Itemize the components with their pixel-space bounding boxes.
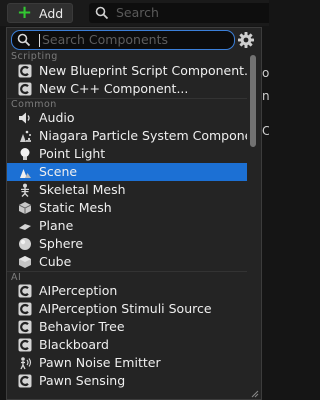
menu-item-pawn-sensing[interactable]: Pawn Sensing <box>7 372 247 390</box>
add-component-menu: Search Components Scripting New Blueprint… <box>6 27 262 400</box>
search-icon <box>95 6 109 20</box>
skeleton-icon <box>21 183 29 197</box>
add-component-button[interactable]: + Add <box>7 3 73 23</box>
menu-item-skeletal-mesh[interactable]: Skeletal Mesh <box>7 181 247 199</box>
menu-item-label: Sphere <box>39 236 84 251</box>
plane-icon <box>19 224 31 230</box>
menu-item-niagara-particle-system-component[interactable]: Niagara Particle System Component <box>7 127 247 145</box>
menu-item-label: Skeletal Mesh <box>39 182 126 197</box>
plus-icon: + <box>17 2 33 23</box>
side-peek-text-3: C <box>262 124 269 138</box>
component-c-icon <box>18 320 32 334</box>
add-label: Add <box>39 6 64 21</box>
menu-item-pawn-noise-emitter[interactable]: Pawn Noise Emitter <box>7 354 247 372</box>
component-list: Scripting New Blueprint Script Component.… <box>7 51 247 400</box>
text-caret <box>39 34 40 47</box>
menu-item-label: AIPerception <box>39 283 118 298</box>
menu-item-label: Cube <box>39 254 72 269</box>
component-c-icon <box>18 284 32 298</box>
component-c-icon <box>18 338 32 352</box>
resize-grip-icon[interactable] <box>250 389 259 398</box>
side-peek-text-1: o <box>262 66 269 80</box>
menu-item-blackboard[interactable]: Blackboard <box>7 336 247 354</box>
side-peek-text-2: n <box>262 89 269 103</box>
cpp-c-icon <box>18 82 32 96</box>
menu-item-label: Plane <box>39 218 74 233</box>
menu-item-behavior-tree[interactable]: Behavior Tree <box>7 318 247 336</box>
blueprint-c-icon <box>18 64 32 78</box>
sphere-icon <box>19 238 31 250</box>
menu-item-static-mesh[interactable]: Static Mesh <box>7 199 247 217</box>
menu-item-label: AIPerception Stimuli Source <box>39 301 212 316</box>
menu-item-label: Niagara Particle System Component <box>39 128 247 143</box>
static-mesh-icon <box>18 202 32 214</box>
menu-item-label: Pawn Noise Emitter <box>39 355 161 370</box>
menu-item-plane[interactable]: Plane <box>7 217 247 235</box>
menu-item-new-c-component[interactable]: New C++ Component... <box>7 80 247 98</box>
top-search-placeholder: Search <box>116 5 159 20</box>
category-header: Common <box>7 98 247 110</box>
particle-icon <box>20 130 31 142</box>
menu-item-point-light[interactable]: Point Light <box>7 145 247 163</box>
cube-icon <box>19 256 31 268</box>
search-icon <box>17 33 31 47</box>
menu-item-label: Point Light <box>39 146 106 161</box>
menu-item-audio[interactable]: Audio <box>7 109 247 127</box>
component-search-input[interactable]: Search Components <box>11 30 235 50</box>
speaker-icon <box>19 112 30 124</box>
top-search-input[interactable]: Search <box>89 3 269 23</box>
menu-item-label: Behavior Tree <box>39 319 125 334</box>
menu-item-scene[interactable]: Scene <box>7 163 247 181</box>
menu-item-sphere[interactable]: Sphere <box>7 235 247 253</box>
scrollbar-thumb[interactable] <box>250 55 256 147</box>
menu-item-label: New Blueprint Script Component... <box>39 63 247 78</box>
menu-item-cube[interactable]: Cube <box>7 253 247 271</box>
toolbar: + Add Search <box>0 0 269 26</box>
menu-item-label: Static Mesh <box>39 200 112 215</box>
menu-item-new-blueprint-script-component[interactable]: New Blueprint Script Component... <box>7 62 247 80</box>
menu-item-aiperception[interactable]: AIPerception <box>7 282 247 300</box>
gear-icon[interactable] <box>237 31 255 49</box>
component-c-icon <box>18 374 32 388</box>
lightbulb-icon <box>20 148 30 160</box>
noise-emitter-icon <box>20 357 32 370</box>
scene-icon <box>20 169 31 178</box>
menu-item-label: Pawn Sensing <box>39 373 126 388</box>
menu-item-label: Blackboard <box>39 337 109 352</box>
menu-item-label: New C++ Component... <box>39 81 189 96</box>
category-header: AI <box>7 271 247 283</box>
menu-item-aiperception-stimuli-source[interactable]: AIPerception Stimuli Source <box>7 300 247 318</box>
menu-item-label: Audio <box>39 110 75 125</box>
category-header: Scripting <box>11 51 58 62</box>
menu-item-label: Scene <box>39 164 78 179</box>
component-search-placeholder: Search Components <box>42 32 169 47</box>
component-c-icon <box>18 302 32 316</box>
